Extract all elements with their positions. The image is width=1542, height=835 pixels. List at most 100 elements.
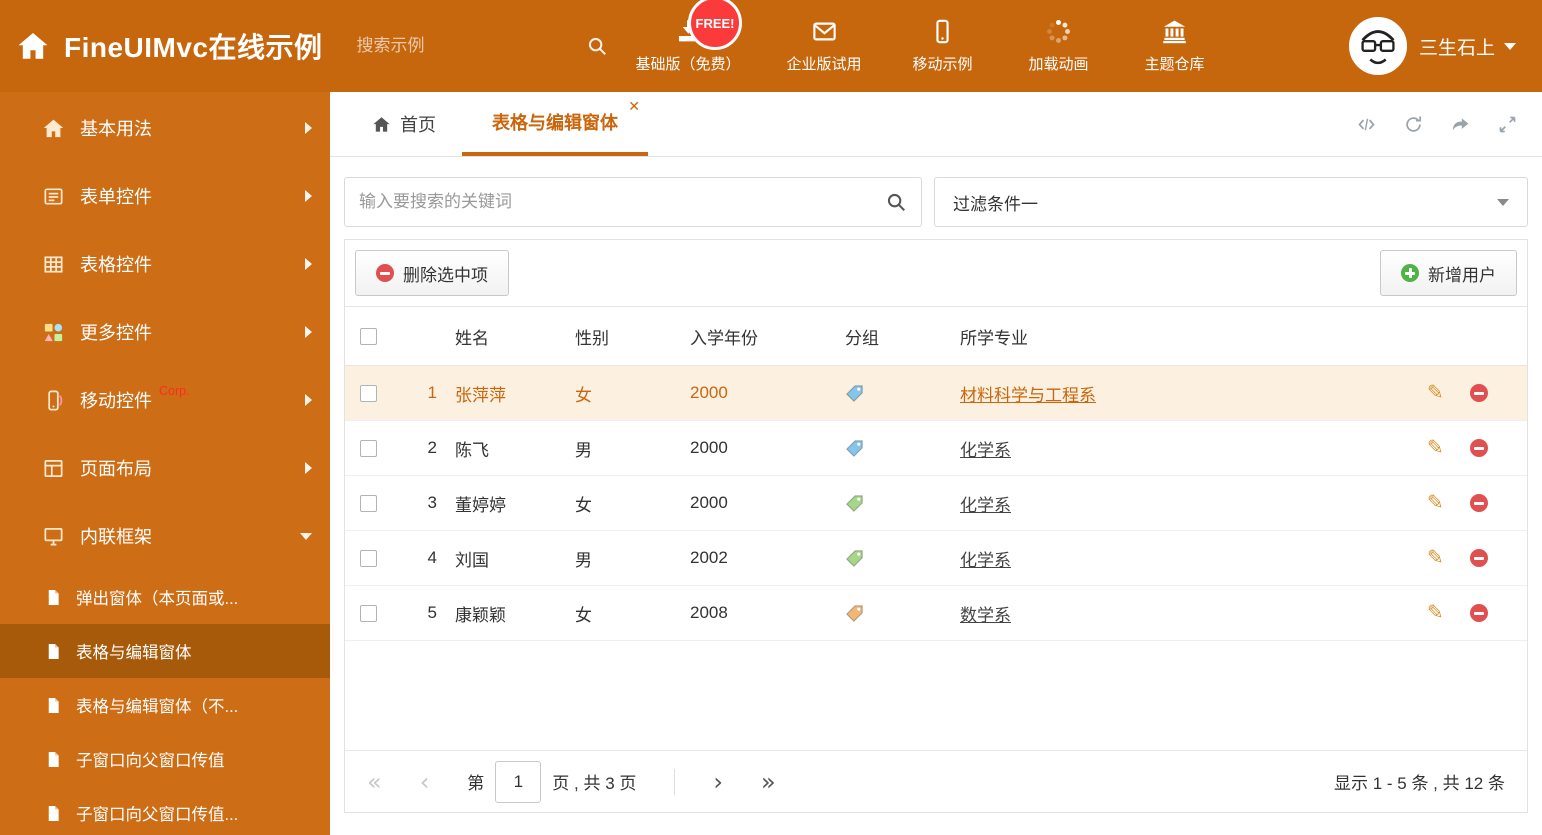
sidebar-subitem-popup-window[interactable]: 弹出窗体（本页面或... bbox=[0, 570, 330, 624]
share-icon[interactable] bbox=[1450, 114, 1471, 135]
cell-name: 康颖颖 bbox=[455, 605, 506, 625]
cell-gender: 女 bbox=[575, 385, 592, 405]
cell-year: 2008 bbox=[690, 603, 728, 622]
sidebar-item-grid-controls[interactable]: 表格控件 bbox=[0, 230, 330, 298]
cell-year: 2000 bbox=[690, 383, 728, 402]
nav-item-loading-animation[interactable]: 加载动画 bbox=[1024, 18, 1094, 74]
chevron-down-icon bbox=[300, 532, 312, 540]
tab-grid-edit-window[interactable]: 表格与编辑窗体 bbox=[462, 92, 648, 156]
sidebar-item-page-layout[interactable]: 页面布局 bbox=[0, 434, 330, 502]
table-row[interactable]: 4 刘国 男 2002 化学系 bbox=[345, 531, 1527, 586]
app-window: FineUIMvc在线示例 FREE! 基础版（免费） 企业版试用 移动示例 加… bbox=[0, 0, 1542, 835]
chevron-right-icon bbox=[305, 190, 312, 202]
delete-icon[interactable] bbox=[1469, 439, 1488, 457]
table-row[interactable]: 1 张萍萍 女 2000 材料科学与工程系 bbox=[345, 366, 1527, 421]
maximize-icon[interactable] bbox=[1497, 114, 1518, 135]
file-icon bbox=[48, 805, 59, 821]
cell-year: 2002 bbox=[690, 548, 728, 567]
row-checkbox[interactable] bbox=[360, 439, 377, 457]
delete-icon[interactable] bbox=[1469, 494, 1488, 512]
refresh-icon[interactable] bbox=[1403, 114, 1424, 135]
page-label-after: 页 , 共 3 页 bbox=[552, 774, 637, 793]
row-checkbox[interactable] bbox=[360, 494, 377, 512]
chevron-right-icon bbox=[305, 462, 312, 474]
app-logo[interactable]: FineUIMvc在线示例 bbox=[0, 26, 323, 66]
major-link[interactable]: 材料科学与工程系 bbox=[960, 386, 1096, 405]
tag-icon bbox=[845, 384, 863, 402]
page-number-input[interactable] bbox=[495, 760, 542, 803]
delete-icon[interactable] bbox=[1469, 384, 1488, 402]
user-menu[interactable]: 三生石上 bbox=[1419, 33, 1516, 60]
tab-tools bbox=[1356, 92, 1542, 156]
bank-icon bbox=[1163, 20, 1186, 44]
source-code-icon[interactable] bbox=[1356, 114, 1377, 135]
major-link[interactable]: 化学系 bbox=[960, 551, 1011, 570]
next-page-icon[interactable] bbox=[713, 770, 723, 794]
table-row[interactable]: 5 康颖颖 女 2008 数学系 bbox=[345, 586, 1527, 641]
widgets-icon bbox=[44, 323, 63, 341]
col-header-gender[interactable]: 性别 bbox=[565, 324, 680, 349]
nav-item-mobile-demo[interactable]: 移动示例 bbox=[908, 18, 978, 74]
major-link[interactable]: 化学系 bbox=[960, 496, 1011, 515]
search-icon[interactable] bbox=[586, 35, 608, 57]
home-icon bbox=[373, 116, 390, 132]
table-row[interactable]: 2 陈飞 男 2000 化学系 bbox=[345, 421, 1527, 476]
edit-icon[interactable] bbox=[1427, 603, 1444, 623]
sidebar-subitem-child-to-parent[interactable]: 子窗口向父窗口传值 bbox=[0, 732, 330, 786]
edit-icon[interactable] bbox=[1427, 548, 1444, 568]
sidebar-subitem-grid-edit-window[interactable]: 表格与编辑窗体 bbox=[0, 624, 330, 678]
col-header-year[interactable]: 入学年份 bbox=[680, 324, 835, 349]
grid-icon bbox=[44, 255, 63, 273]
prev-page-icon[interactable] bbox=[420, 770, 430, 794]
chevron-right-icon bbox=[305, 394, 312, 406]
grid-panel: 删除选中项 新增用户 姓名 性别 入学年份 分组 所学专业 1 张萍萍 女 20… bbox=[344, 239, 1528, 813]
filter-dropdown[interactable]: 过滤条件一 bbox=[934, 177, 1528, 227]
cell-year: 2000 bbox=[690, 493, 728, 512]
table-row[interactable]: 3 董婷婷 女 2000 化学系 bbox=[345, 476, 1527, 531]
sidebar-item-form-controls[interactable]: 表单控件 bbox=[0, 162, 330, 230]
last-page-icon[interactable] bbox=[761, 770, 776, 794]
sidebar-item-more-controls[interactable]: 更多控件 bbox=[0, 298, 330, 366]
cell-gender: 男 bbox=[575, 440, 592, 460]
row-number: 5 bbox=[427, 603, 437, 622]
row-checkbox[interactable] bbox=[360, 384, 377, 402]
avatar[interactable] bbox=[1348, 17, 1407, 75]
col-header-major[interactable]: 所学专业 bbox=[950, 324, 1427, 349]
row-checkbox[interactable] bbox=[360, 549, 377, 567]
sidebar-item-basic-usage[interactable]: 基本用法 bbox=[0, 94, 330, 162]
select-all-checkbox[interactable] bbox=[360, 327, 377, 345]
main-area: 首页 表格与编辑窗体 ✕ 输入要搜索的关键词 过滤条件一 删除选中项 新增用户 … bbox=[330, 92, 1542, 835]
sidebar-item-inline-frame[interactable]: 内联框架 bbox=[0, 502, 330, 570]
form-icon bbox=[44, 187, 63, 205]
keyword-search-input[interactable] bbox=[359, 192, 877, 212]
edit-icon[interactable] bbox=[1427, 383, 1444, 403]
col-header-name[interactable]: 姓名 bbox=[445, 324, 565, 349]
row-number: 1 bbox=[427, 383, 437, 402]
delete-selected-button[interactable]: 删除选中项 bbox=[355, 250, 509, 296]
header-search-input[interactable] bbox=[356, 36, 578, 56]
major-link[interactable]: 数学系 bbox=[960, 606, 1011, 625]
nav-item-theme-repo[interactable]: 主题仓库 bbox=[1140, 18, 1210, 74]
file-icon bbox=[48, 643, 59, 659]
page-label-before: 第 bbox=[467, 774, 485, 793]
sidebar-subitem-grid-edit-window-2[interactable]: 表格与编辑窗体（不... bbox=[0, 678, 330, 732]
edit-icon[interactable] bbox=[1427, 493, 1444, 513]
row-checkbox[interactable] bbox=[360, 604, 377, 622]
major-link[interactable]: 化学系 bbox=[960, 441, 1011, 460]
cell-gender: 女 bbox=[575, 605, 592, 625]
close-icon[interactable] bbox=[628, 99, 640, 113]
filter-row: 过滤条件一 bbox=[344, 177, 1528, 227]
edit-icon[interactable] bbox=[1427, 438, 1444, 458]
tab-home[interactable]: 首页 bbox=[346, 92, 462, 156]
sidebar-subitem-child-to-parent-2[interactable]: 子窗口向父窗口传值... bbox=[0, 786, 330, 835]
sidebar-item-mobile-controls[interactable]: 移动控件 Corp. bbox=[0, 366, 330, 434]
chevron-right-icon bbox=[305, 258, 312, 270]
col-header-group[interactable]: 分组 bbox=[835, 324, 950, 349]
first-page-icon[interactable] bbox=[367, 770, 382, 794]
add-user-button[interactable]: 新增用户 bbox=[1380, 250, 1517, 296]
nav-item-enterprise-trial[interactable]: 企业版试用 bbox=[787, 18, 862, 74]
cell-name: 张萍萍 bbox=[455, 385, 506, 405]
search-icon[interactable] bbox=[885, 191, 907, 213]
delete-icon[interactable] bbox=[1469, 549, 1488, 567]
delete-icon[interactable] bbox=[1469, 604, 1488, 622]
